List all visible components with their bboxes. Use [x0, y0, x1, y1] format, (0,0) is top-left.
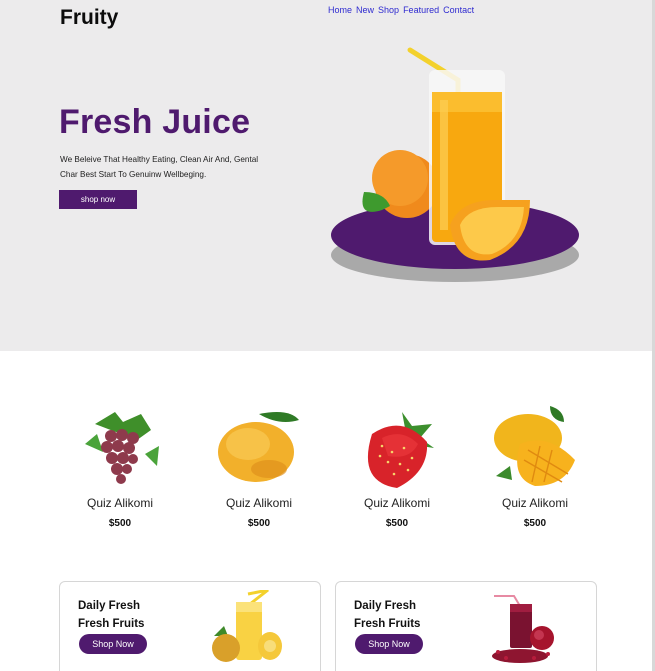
promo-card: Daily Fresh Fresh Fruits Shop Now	[335, 581, 597, 671]
page: Fruity Home New Shop Featured Contact Fr…	[0, 0, 655, 671]
cut-mango-icon	[494, 406, 575, 486]
nav-link-featured[interactable]: Featured	[403, 5, 439, 15]
promo-shop-button[interactable]: Shop Now	[79, 634, 147, 654]
nav-link-contact[interactable]: Contact	[443, 5, 474, 15]
product-price: $500	[108, 518, 132, 529]
logo[interactable]: Fruity	[60, 6, 118, 30]
nav-link-shop[interactable]: Shop	[378, 5, 399, 15]
grapes-icon	[85, 412, 159, 484]
hero-title: Fresh Juice	[59, 103, 251, 141]
pineapple-juice-icon	[212, 590, 282, 662]
product-price: $500	[385, 518, 409, 529]
product-name: Quiz Alikomi	[501, 496, 569, 510]
promo-title-line1: Daily Fresh	[78, 600, 140, 612]
promo-title-line1: Daily Fresh	[354, 600, 416, 612]
strawberry-icon	[367, 412, 434, 488]
promo-shop-button[interactable]: Shop Now	[355, 634, 423, 654]
product-name: Quiz Alikomi	[86, 496, 154, 510]
hero-section: Fruity Home New Shop Featured Contact Fr…	[0, 0, 655, 351]
promo-card: Daily Fresh Fresh Fruits Shop Now	[59, 581, 321, 671]
promo-title: Daily Fresh Fresh Fruits	[354, 597, 454, 633]
mango-icon	[218, 412, 299, 482]
product-price: $500	[247, 518, 271, 529]
promo-title: Daily Fresh Fresh Fruits	[78, 597, 178, 633]
product-card[interactable]: Quiz Alikomi $500	[337, 404, 457, 529]
nav-link-new[interactable]: New	[356, 5, 374, 15]
nav-link-home[interactable]: Home	[328, 5, 352, 15]
promo-title-line2: Fresh Fruits	[78, 618, 145, 630]
product-card[interactable]: Quiz Alikomi $500	[475, 404, 595, 529]
pomegranate-juice-icon	[492, 595, 554, 663]
main-nav: Home New Shop Featured Contact	[328, 5, 474, 15]
product-price: $500	[523, 518, 547, 529]
promo-title-line2: Fresh Fruits	[354, 618, 421, 630]
hero-shop-button[interactable]: shop now	[59, 190, 137, 209]
hero-description: We Beleive That Healthy Eating, Clean Ai…	[60, 155, 259, 179]
product-name: Quiz Alikomi	[225, 496, 293, 510]
product-card[interactable]: Quiz Alikomi $500	[199, 404, 319, 529]
orange-juice-image	[331, 47, 579, 282]
product-name: Quiz Alikomi	[363, 496, 431, 510]
product-card[interactable]: Quiz Alikomi $500	[60, 404, 180, 529]
